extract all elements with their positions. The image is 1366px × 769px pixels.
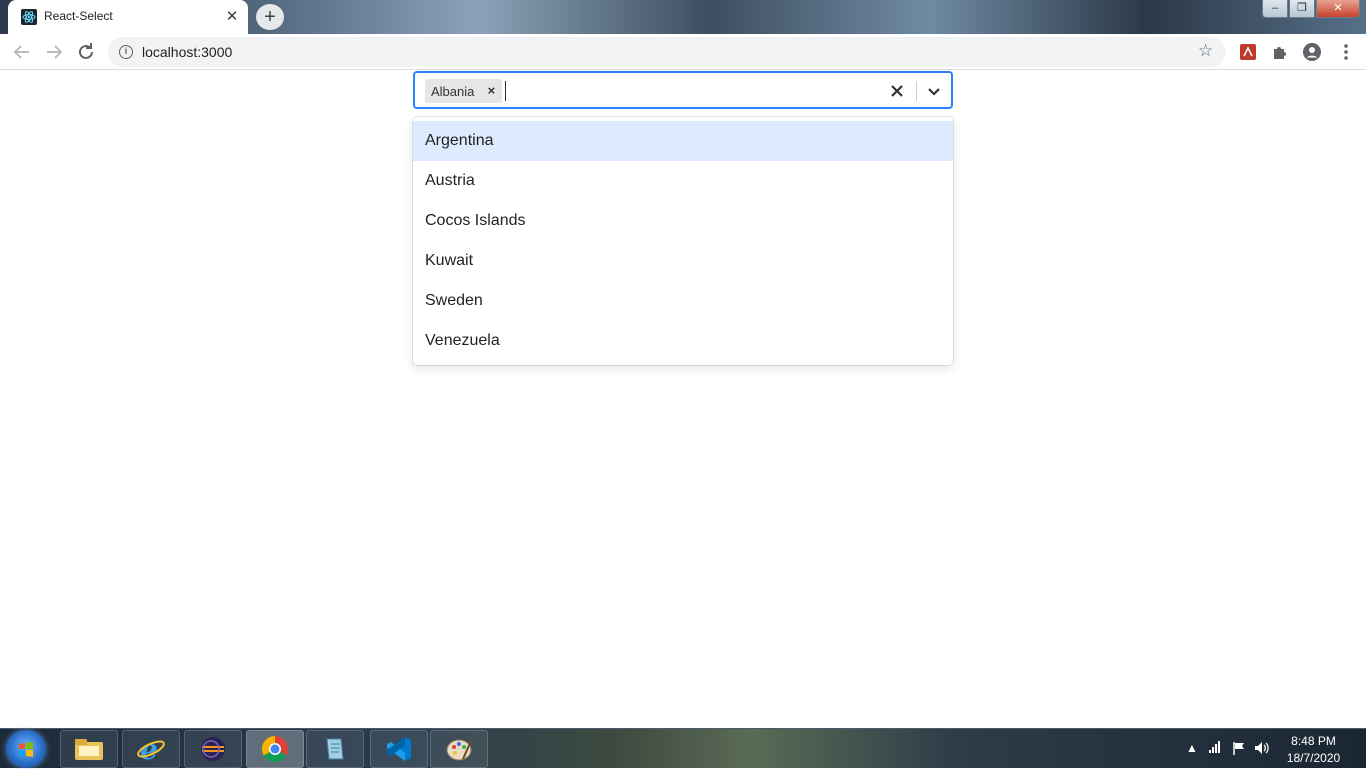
show-hidden-icons-icon[interactable]: ▲ — [1186, 741, 1198, 755]
bookmark-star-icon[interactable]: ☆ — [1198, 41, 1213, 61]
vscode-taskbar-icon[interactable] — [370, 730, 428, 768]
explorer-taskbar-icon[interactable] — [60, 730, 118, 768]
notepad-taskbar-icon[interactable] — [306, 730, 364, 768]
address-bar[interactable]: i localhost:3000 ☆ — [108, 37, 1226, 67]
chevron-down-icon[interactable] — [922, 79, 946, 103]
react-favicon-icon — [21, 9, 37, 25]
option-kuwait[interactable]: Kuwait — [413, 241, 953, 281]
system-tray: ▲ 8:48 PM 18/7/2020 — [1166, 729, 1366, 769]
browser-toolbar: i localhost:3000 ☆ — [0, 34, 1366, 70]
tab-close-icon[interactable]: ✕ — [223, 8, 241, 26]
browser-titlebar: React-Select ✕ + – ❐ ✕ — [0, 0, 1366, 34]
option-cocos-islands[interactable]: Cocos Islands — [413, 201, 953, 241]
windows-logo-icon — [19, 742, 33, 757]
paint-taskbar-icon[interactable] — [430, 730, 488, 768]
clock-time[interactable]: 8:48 PM — [1276, 734, 1351, 748]
extension-red-icon[interactable] — [1238, 42, 1258, 62]
start-button[interactable] — [6, 730, 46, 768]
profile-avatar-icon[interactable] — [1302, 42, 1322, 62]
indicator-separator — [916, 81, 917, 101]
option-venezuela[interactable]: Venezuela — [413, 321, 953, 361]
chrome-taskbar-icon[interactable] — [246, 730, 304, 768]
option-sweden[interactable]: Sweden — [413, 281, 953, 321]
chip-remove-icon[interactable]: × — [480, 79, 502, 103]
eclipse-taskbar-icon[interactable] — [184, 730, 242, 768]
internet-explorer-taskbar-icon[interactable]: e — [122, 730, 180, 768]
option-austria[interactable]: Austria — [413, 161, 953, 201]
new-tab-button[interactable]: + — [256, 4, 284, 30]
network-icon[interactable] — [1208, 741, 1222, 756]
action-center-flag-icon[interactable] — [1232, 741, 1246, 758]
clear-all-icon[interactable] — [885, 79, 909, 103]
minimize-button[interactable]: – — [1262, 0, 1288, 18]
url-text: localhost:3000 — [142, 44, 233, 60]
windows-taskbar: e ▲ 8:48 PM 18/7/2020 — [0, 728, 1366, 768]
restore-button[interactable]: ❐ — [1289, 0, 1315, 18]
options-menu: Argentina Austria Cocos Islands Kuwait S… — [413, 117, 953, 365]
back-arrow-icon[interactable] — [10, 40, 34, 64]
search-input-caret[interactable] — [505, 81, 506, 101]
chip-label: Albania — [431, 83, 475, 99]
country-multi-select[interactable]: Albania × — [413, 71, 953, 109]
reload-icon[interactable] — [74, 40, 98, 64]
extensions-puzzle-icon[interactable] — [1270, 42, 1290, 62]
option-argentina[interactable]: Argentina — [413, 121, 953, 161]
volume-icon[interactable] — [1254, 741, 1270, 758]
forward-arrow-icon[interactable] — [42, 40, 66, 64]
window-controls: – ❐ ✕ — [1261, 0, 1360, 20]
selected-chip-albania: Albania × — [425, 79, 503, 103]
clock-date[interactable]: 18/7/2020 — [1276, 751, 1351, 765]
browser-tab[interactable]: React-Select ✕ — [8, 0, 248, 34]
tab-title: React-Select — [44, 9, 113, 23]
close-window-button[interactable]: ✕ — [1316, 0, 1360, 18]
site-info-icon[interactable]: i — [119, 45, 133, 59]
browser-menu-icon[interactable] — [1336, 42, 1356, 62]
